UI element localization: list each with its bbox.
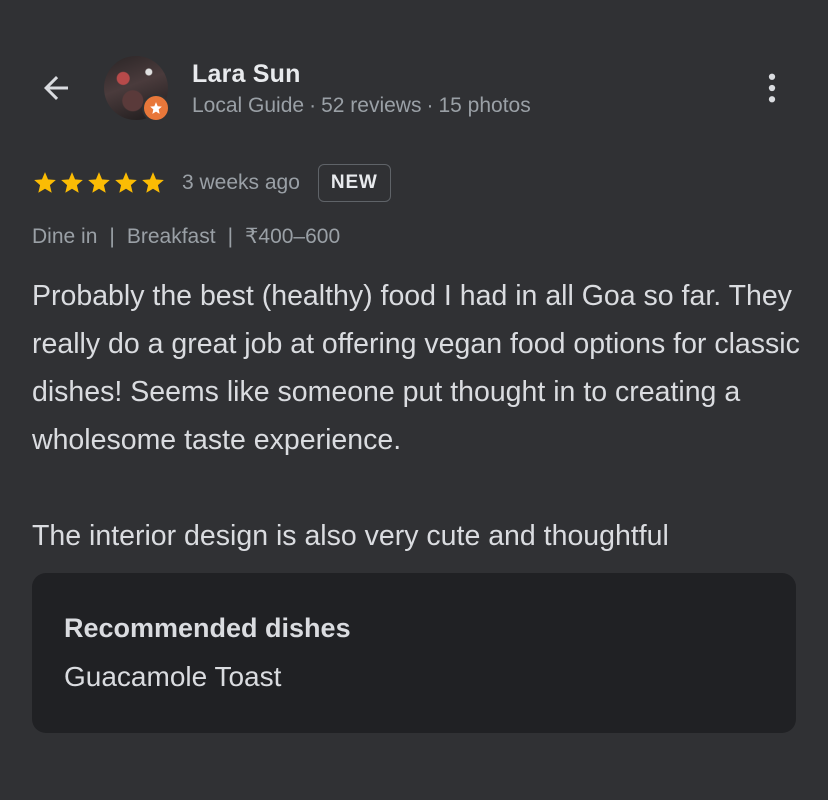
- review-body[interactable]: Probably the best (healthy) food I had i…: [32, 272, 802, 560]
- recommended-dishes-title: Recommended dishes: [64, 613, 351, 643]
- photo-count: 15 photos: [438, 94, 531, 117]
- tag-separator: |: [227, 224, 234, 248]
- avatar[interactable]: [104, 56, 170, 122]
- recommended-dishes-card: Recommended dishes Guacamole Toast: [32, 573, 796, 733]
- star-icon: [61, 172, 83, 193]
- star-icon: [142, 172, 164, 193]
- arrow-back-icon: [44, 76, 68, 100]
- review-paragraph-2: The interior design is also very cute an…: [32, 520, 669, 552]
- reviewer-role: Local Guide: [192, 94, 305, 117]
- new-badge: NEW: [317, 164, 391, 202]
- visit-tags: Dine in | Breakfast | ₹400–600: [32, 224, 340, 249]
- tag-separator: |: [109, 224, 115, 248]
- star-rating: [32, 170, 166, 196]
- review-page: Lara Sun Local Guide · 52 reviews · 15 photo…: [0, 0, 828, 800]
- meta-separator: ·: [309, 94, 317, 117]
- tag-meal: Breakfast: [126, 224, 216, 248]
- more-vert-icon: [768, 73, 776, 103]
- reviewer-meta: Local Guide · 52 reviews · 15 photos: [192, 94, 531, 118]
- reviewer-header: Lara Sun Local Guide · 52 reviews · 15 photo…: [0, 52, 828, 126]
- tag-service: Dine in: [32, 224, 98, 248]
- meta-separator: ·: [426, 94, 434, 117]
- reviewer-name[interactable]: Lara Sun: [192, 60, 301, 89]
- recommended-dish: Guacamole Toast: [64, 661, 282, 692]
- star-icon: [115, 172, 137, 193]
- review-paragraph-1: Probably the best (healthy) food I had i…: [32, 280, 800, 456]
- star-icon: [34, 172, 56, 193]
- back-button[interactable]: [34, 70, 78, 106]
- star-icon: [88, 172, 110, 193]
- local-guide-star-icon: [142, 94, 170, 122]
- tag-price: ₹400–600: [245, 225, 341, 248]
- rating-row: 3 weeks ago NEW: [32, 162, 391, 204]
- review-count: 52 reviews: [321, 94, 422, 117]
- more-options-button[interactable]: [752, 68, 792, 108]
- review-time: 3 weeks ago: [182, 171, 300, 194]
